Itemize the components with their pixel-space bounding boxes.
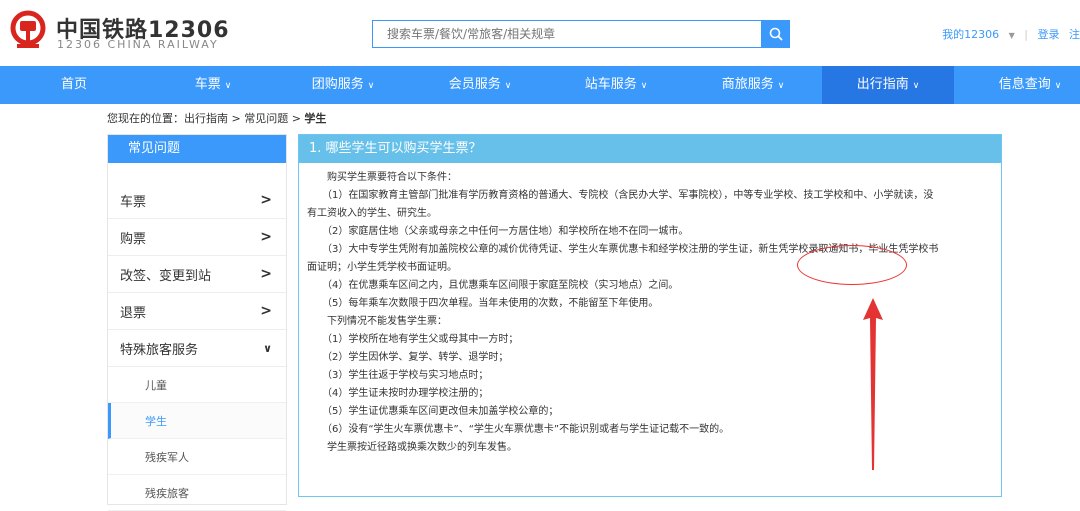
chevron-right-icon: > (260, 303, 272, 319)
faq-line: 购买学生票要符合以下条件： (307, 172, 457, 183)
chevron-down-icon: ∨ (912, 81, 920, 91)
chevron-down-icon: ∨ (367, 81, 375, 91)
breadcrumb-current: 学生 (304, 112, 327, 125)
sidebar-subitem-label: 学生 (145, 414, 167, 428)
sidebar-item-special-passengers[interactable]: 特殊旅客服务 ∨ (108, 330, 286, 367)
faq-line: （4）学生证未按时办理学校注册的； (307, 388, 489, 399)
nav-label: 出行指南 (856, 77, 909, 92)
faq-line: （5）学生证优惠乘车区间更改但未加盖学校公章的； (307, 406, 559, 417)
sidebar-subitem-students[interactable]: 学生 (108, 403, 286, 439)
nav-label: 首页 (60, 77, 87, 92)
chevron-right-icon: > (260, 229, 272, 245)
nav-label: 团购服务 (311, 77, 364, 92)
top-links: 我的12306 ▼ | 登录 注 (930, 26, 1080, 42)
chevron-down-icon: ∨ (777, 81, 785, 91)
sidebar-item-label: 特殊旅客服务 (120, 342, 199, 358)
sidebar-title: 常见问题 (108, 135, 286, 163)
login-link[interactable]: 登录 (1038, 28, 1060, 41)
nav-label: 信息查询 (998, 77, 1051, 92)
chevron-down-icon: ∨ (224, 81, 232, 91)
my-12306-link[interactable]: 我的12306 ▼ (936, 28, 1015, 41)
faq-line: （1）在国家教育主管部门批准有学历教育资格的普通大、专院校（含民办大学、军事院校… (307, 190, 934, 201)
chevron-right-icon: > (260, 266, 272, 282)
faq-line: （4）在优惠乘车区间之内，且优惠乘车区间限于家庭至院校（实习地点）之间。 (307, 280, 679, 291)
sidebar-item-label: 车票 (120, 194, 147, 210)
breadcrumb-path[interactable]: 您现在的位置：出行指南 > 常见问题 > (107, 112, 304, 125)
sidebar-item-change[interactable]: 改签、变更到站 > (108, 256, 286, 293)
nav-label: 站车服务 (584, 77, 637, 92)
main-nav: 首页 车票 ∨ 团购服务 ∨ 会员服务 ∨ 站车服务 ∨ 商旅服务 ∨ 出行指南 ∨ 信息查… (0, 66, 1080, 104)
brand-subtitle: 12306 CHINA RAILWAY (57, 38, 219, 51)
annotation-circle (797, 245, 907, 285)
sidebar-item-refund[interactable]: 退票 > (108, 293, 286, 330)
faq-line: 有工资收入的学生、研究生。 (307, 208, 437, 219)
my-12306-label: 我的12306 (942, 28, 1000, 41)
nav-label: 车票 (194, 77, 221, 92)
nav-business-travel[interactable]: 商旅服务 ∨ (703, 66, 803, 104)
chevron-down-icon: ∨ (263, 341, 272, 355)
faq-line: （3）学生往返于学校与实习地点时； (307, 370, 489, 381)
railway-logo-icon[interactable] (8, 10, 48, 50)
sidebar-subitem-label: 残疾军人 (145, 450, 189, 464)
chevron-right-icon: > (260, 192, 272, 208)
faq-question-title: 1. 哪些学生可以购买学生票？ (299, 135, 1001, 163)
chevron-down-icon: ∨ (504, 81, 512, 91)
sidebar-item-label: 购票 (120, 231, 147, 247)
search-icon (769, 27, 783, 41)
nav-tickets[interactable]: 车票 ∨ (163, 66, 263, 104)
faq-line: （1）学校所在地有学生父或母其中一方时； (307, 334, 519, 345)
faq-line: （5）每年乘车次数限于四次单程。当年未使用的次数，不能留至下年使用。 (307, 298, 659, 309)
chevron-down-icon: ∨ (1054, 81, 1062, 91)
nav-label: 商旅服务 (721, 77, 774, 92)
nav-label: 会员服务 (448, 77, 501, 92)
chevron-down-icon: ▼ (1008, 31, 1015, 40)
chevron-down-icon: ∨ (640, 81, 648, 91)
nav-member-service[interactable]: 会员服务 ∨ (430, 66, 530, 104)
faq-line: 下列情况不能发售学生票： (307, 316, 447, 327)
nav-home[interactable]: 首页 (34, 66, 114, 104)
faq-line: 面证明；小学生凭学校书面证明。 (307, 262, 457, 273)
sidebar-subitem-disabled-soldiers[interactable]: 残疾军人 (108, 439, 286, 475)
sidebar-item-label: 退票 (120, 305, 147, 321)
nav-travel-guide[interactable]: 出行指南 ∨ (822, 66, 954, 104)
sidebar: 常见问题 车票 > 购票 > 改签、变更到站 > 退票 > 特殊旅客服务 ∨ 儿童 学生 … (107, 134, 287, 511)
search-box (372, 20, 762, 48)
sidebar-item-tickets[interactable]: 车票 > (108, 182, 286, 219)
faq-panel: 1. 哪些学生可以购买学生票？ 购买学生票要符合以下条件： （1）在国家教育主管… (298, 134, 1002, 497)
sidebar-item-purchase[interactable]: 购票 > (108, 219, 286, 256)
faq-line: （6）没有“学生火车票优惠卡”、“学生火车票优惠卡”不能识别或者与学生证记载不一… (307, 424, 730, 435)
nav-info-query[interactable]: 信息查询 ∨ (980, 66, 1080, 104)
sidebar-subitem-children[interactable]: 儿童 (108, 367, 286, 403)
search-input[interactable] (373, 21, 761, 47)
faq-line: 学生票按近径路或换乘次数少的列车发售。 (307, 442, 517, 453)
sidebar-subitem-label: 儿童 (145, 378, 167, 392)
annotation-arrow-icon (863, 298, 883, 470)
search-button[interactable] (762, 20, 790, 48)
faq-line: （2）家庭居住地（父亲或母亲之中任何一方居住地）和学校所在地不在同一城市。 (307, 226, 689, 237)
top-header: 中国铁路12306 12306 CHINA RAILWAY 我的12306 ▼ … (0, 0, 1080, 66)
sidebar-item-label: 改签、变更到站 (120, 268, 212, 284)
sidebar-subitem-disabled-passengers[interactable]: 残疾旅客 (108, 475, 286, 511)
faq-line: （2）学生因休学、复学、转学、退学时； (307, 352, 509, 363)
register-link[interactable]: 注 (1069, 28, 1080, 41)
nav-station-service[interactable]: 站车服务 ∨ (566, 66, 666, 104)
breadcrumb: 您现在的位置：出行指南 > 常见问题 > 学生 (107, 110, 326, 126)
nav-group-service[interactable]: 团购服务 ∨ (293, 66, 393, 104)
separator: | (1024, 28, 1028, 41)
sidebar-subitem-label: 残疾旅客 (145, 486, 189, 500)
